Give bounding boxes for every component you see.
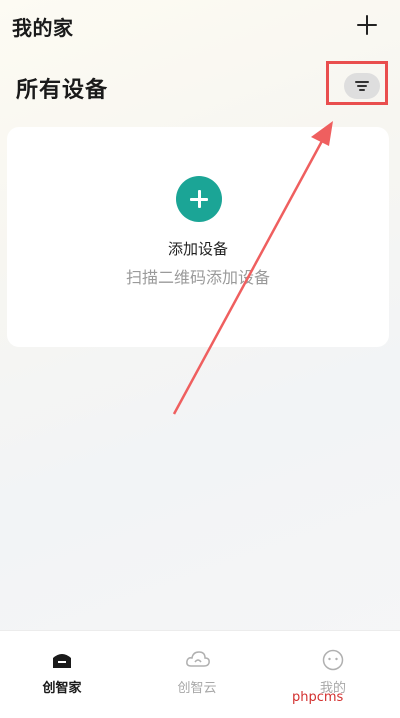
tab-cloud[interactable]: 创智云 — [157, 645, 237, 696]
add-device-button[interactable] — [176, 176, 222, 222]
cloud-icon — [186, 651, 210, 667]
home-title[interactable]: 我的家 — [12, 12, 74, 41]
home-icon — [53, 654, 71, 668]
section-title: 所有设备 — [16, 78, 109, 103]
tab-home-label: 创智家 — [42, 681, 82, 696]
filter-icon-line — [355, 81, 369, 83]
filter-icon-line — [359, 89, 365, 91]
annotation-arrow — [172, 121, 333, 415]
filter-button[interactable] — [344, 73, 380, 99]
add-button[interactable] — [352, 10, 382, 40]
top-header: 我的家 — [0, 0, 400, 58]
tab-cloud-label: 创智云 — [177, 681, 217, 696]
tab-home[interactable]: 创智家 — [22, 645, 102, 696]
scan-qr-hint: 扫描二维码添加设备 — [125, 268, 270, 287]
filter-icon-line — [357, 85, 367, 87]
face-icon — [322, 649, 344, 671]
add-device-label[interactable]: 添加设备 — [7, 238, 389, 259]
tab-mine[interactable]: 我的 — [293, 645, 373, 696]
empty-device-card: 添加设备 扫描二维码添加设备 — [7, 127, 389, 347]
watermark: phpcms — [292, 690, 344, 705]
